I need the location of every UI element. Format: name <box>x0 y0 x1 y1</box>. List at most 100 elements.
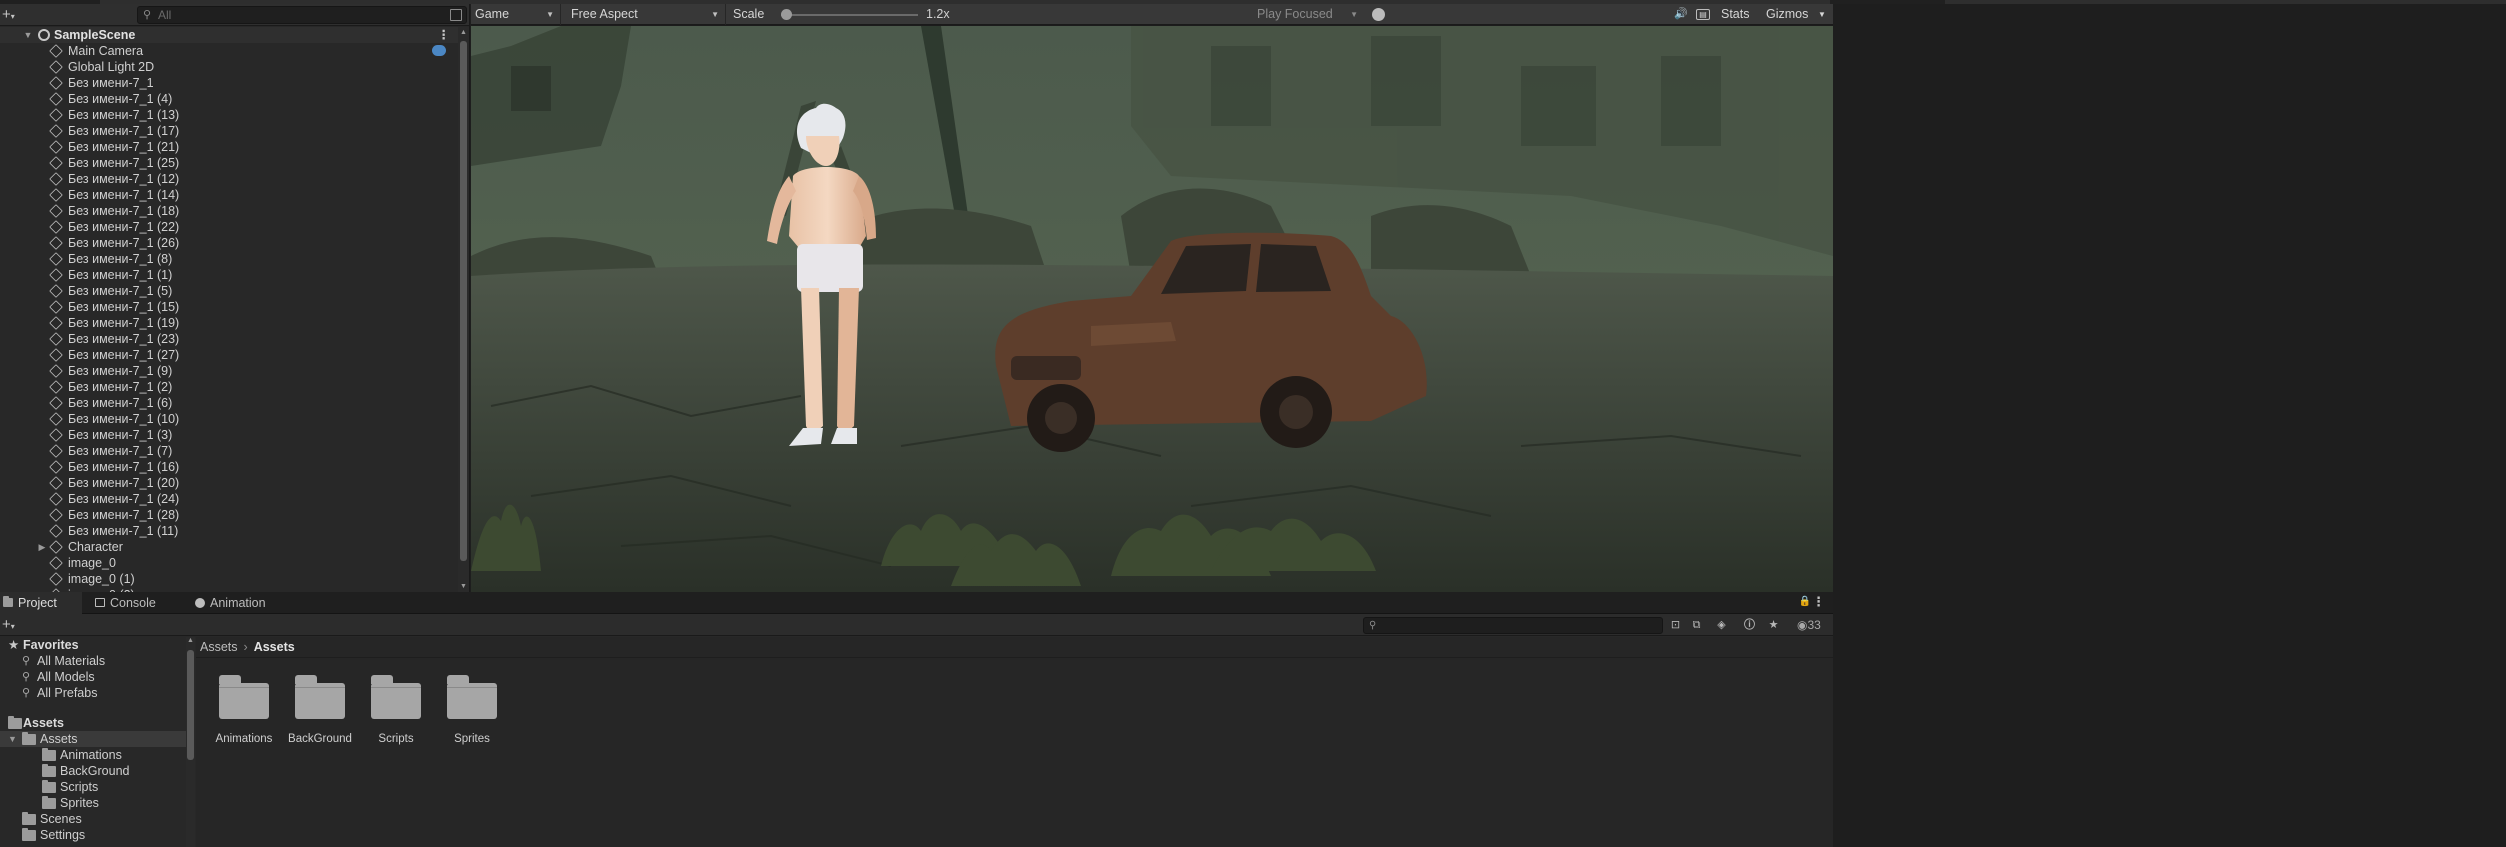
hidden-packages-count[interactable]: ◉33 <box>1797 614 1821 636</box>
hierarchy-item[interactable]: Без имени-7_1 (3) <box>0 427 458 443</box>
hierarchy-item-label: Без имени-7_1 (1) <box>68 268 173 282</box>
aspect-dropdown[interactable]: Free Aspect ▼ <box>567 4 726 25</box>
hierarchy-item[interactable]: Без имени-7_1 (18) <box>0 203 458 219</box>
tab-console[interactable]: Console <box>92 592 182 614</box>
panel-menu-icon[interactable]: ⋮ <box>1812 594 1825 610</box>
hierarchy-item[interactable]: Без имени-7_1 (17) <box>0 123 458 139</box>
favorite-star-icon[interactable]: ★ <box>1765 617 1782 633</box>
hierarchy-item[interactable]: Без имени-7_1 (27) <box>0 347 458 363</box>
folder-tree-scrollbar[interactable]: ▲ <box>186 637 195 847</box>
hierarchy-item[interactable]: Без имени-7_1 (25) <box>0 155 458 171</box>
folder-tree-label: Sprites <box>60 796 99 810</box>
hierarchy-item[interactable]: Global Light 2D <box>0 59 458 75</box>
hierarchy-item[interactable]: Без имени-7_1 (10) <box>0 411 458 427</box>
filter-by-type-icon[interactable]: ⧉ <box>1688 617 1705 633</box>
hierarchy-item[interactable]: Без имени-7_1 (1) <box>0 267 458 283</box>
folder-tree-item[interactable]: ▼ Assets <box>0 731 194 747</box>
tab-project[interactable]: Project <box>0 592 82 614</box>
game-viewport[interactable] <box>471 26 1833 592</box>
breadcrumb-root[interactable]: Assets <box>200 640 238 654</box>
asset-folder[interactable]: BackGround <box>282 675 358 745</box>
scroll-up-icon[interactable]: ▲ <box>460 29 467 36</box>
gizmos-button[interactable]: Gizmos <box>1766 4 1808 25</box>
collapse-arrow-icon[interactable]: ▼ <box>22 27 34 43</box>
project-search[interactable]: ⚲ <box>1363 617 1663 634</box>
search-filter-icon[interactable] <box>450 9 462 21</box>
hierarchy-scrollbar[interactable]: ▲ ▼ <box>458 27 469 592</box>
hierarchy-item[interactable]: Без имени-7_1 (16) <box>0 459 458 475</box>
stats-toggle-icon[interactable]: ▤ <box>1696 9 1710 20</box>
folder-tree-item[interactable]: Settings <box>0 827 194 843</box>
search-by-type-icon[interactable]: ⊡ <box>1667 617 1684 633</box>
audio-mute-icon[interactable]: 🔊 <box>1673 7 1689 22</box>
scene-row[interactable]: ▼ SampleScene ⋮ <box>0 27 458 43</box>
scroll-up-icon[interactable]: ▲ <box>187 637 194 644</box>
hierarchy-search[interactable]: ⚲ <box>137 6 467 24</box>
hierarchy-item[interactable]: Без имени-7_1 (8) <box>0 251 458 267</box>
asset-folder-label: Scripts <box>378 733 414 745</box>
scale-slider-knob[interactable] <box>781 9 792 20</box>
hierarchy-item[interactable]: Без имени-7_1 (28) <box>0 507 458 523</box>
asset-folder[interactable]: Sprites <box>434 675 510 745</box>
expand-arrow-icon[interactable]: ▶ <box>36 539 48 555</box>
hierarchy-item[interactable]: Без имени-7_1 (12) <box>0 171 458 187</box>
add-object-button[interactable]: +▾ <box>0 5 24 25</box>
folder-tree-item[interactable]: Sprites <box>0 795 194 811</box>
stats-button[interactable]: Stats <box>1721 4 1750 25</box>
scrollbar-thumb[interactable] <box>460 41 467 561</box>
breadcrumb-current[interactable]: Assets <box>254 640 295 654</box>
hierarchy-item[interactable]: Без имени-7_1 (4) <box>0 91 458 107</box>
gameobject-cube-icon <box>49 124 63 138</box>
hierarchy-item[interactable]: Без имени-7_1 (9) <box>0 363 458 379</box>
hierarchy-item[interactable]: ▶ Character <box>0 539 458 555</box>
debug-icon[interactable] <box>1372 8 1385 21</box>
hierarchy-item[interactable]: Без имени-7_1 (11) <box>0 523 458 539</box>
hierarchy-item[interactable]: Без имени-7_1 (15) <box>0 299 458 315</box>
hierarchy-item[interactable]: Main Camera <box>0 43 458 59</box>
asset-folder[interactable]: Scripts <box>358 675 434 745</box>
audio-listener-icon[interactable] <box>432 45 446 56</box>
hierarchy-item[interactable]: Без имени-7_1 (7) <box>0 443 458 459</box>
folder-tree-item[interactable]: BackGround <box>0 763 194 779</box>
hierarchy-search-input[interactable] <box>158 7 418 23</box>
gizmos-dropdown-icon[interactable]: ▼ <box>1818 4 1826 25</box>
hierarchy-item[interactable]: Без имени-7_1 (22) <box>0 219 458 235</box>
folder-tree-item[interactable]: Scenes <box>0 811 194 827</box>
folder-tree-item[interactable]: Scripts <box>0 779 194 795</box>
hierarchy-item[interactable]: Без имени-7_1 (13) <box>0 107 458 123</box>
favorite-item[interactable]: ⚲ All Models <box>0 669 194 685</box>
hierarchy-item[interactable]: image_0 (1) <box>0 571 458 587</box>
scroll-down-icon[interactable]: ▼ <box>460 583 467 590</box>
tab-animation[interactable]: Animation <box>192 592 292 614</box>
hierarchy-item[interactable]: Без имени-7_1 (24) <box>0 491 458 507</box>
favorite-item[interactable]: ⚲ All Prefabs <box>0 685 194 701</box>
scale-slider[interactable] <box>781 9 918 20</box>
scene-menu-icon[interactable]: ⋮ <box>438 27 451 43</box>
project-search-input[interactable] <box>1382 618 1652 633</box>
assets-header[interactable]: Assets <box>0 715 194 731</box>
hierarchy-item[interactable]: Без имени-7_1 (5) <box>0 283 458 299</box>
hierarchy-item[interactable]: Без имени-7_1 (19) <box>0 315 458 331</box>
display-dropdown[interactable]: Game ▼ <box>471 4 561 25</box>
hierarchy-item[interactable]: Без имени-7_1 (20) <box>0 475 458 491</box>
collapse-arrow-icon[interactable]: ▼ <box>8 731 17 747</box>
info-icon[interactable]: ⓘ <box>1741 617 1758 633</box>
filter-by-label-icon[interactable]: ◈ <box>1713 617 1730 633</box>
hierarchy-item[interactable]: Без имени-7_1 <box>0 75 458 91</box>
create-asset-button[interactable]: +▾ <box>0 615 15 637</box>
hierarchy-item[interactable]: Без имени-7_1 (2) <box>0 379 458 395</box>
asset-folder[interactable]: Animations <box>206 675 282 745</box>
hierarchy-item[interactable]: Без имени-7_1 (6) <box>0 395 458 411</box>
hierarchy-item[interactable]: image_0 <box>0 555 458 571</box>
lock-icon[interactable]: 🔒 <box>1799 596 1811 607</box>
favorite-item[interactable]: ⚲ All Materials <box>0 653 194 669</box>
gameobject-cube-icon <box>49 252 63 266</box>
favorites-header[interactable]: ★ Favorites <box>0 637 194 653</box>
hierarchy-item[interactable]: Без имени-7_1 (26) <box>0 235 458 251</box>
play-mode-dropdown[interactable]: Play Focused ▼ <box>1251 4 1364 25</box>
folder-tree-item[interactable]: Animations <box>0 747 194 763</box>
scrollbar-thumb[interactable] <box>187 650 194 760</box>
hierarchy-item[interactable]: Без имени-7_1 (14) <box>0 187 458 203</box>
hierarchy-item[interactable]: Без имени-7_1 (21) <box>0 139 458 155</box>
hierarchy-item[interactable]: Без имени-7_1 (23) <box>0 331 458 347</box>
